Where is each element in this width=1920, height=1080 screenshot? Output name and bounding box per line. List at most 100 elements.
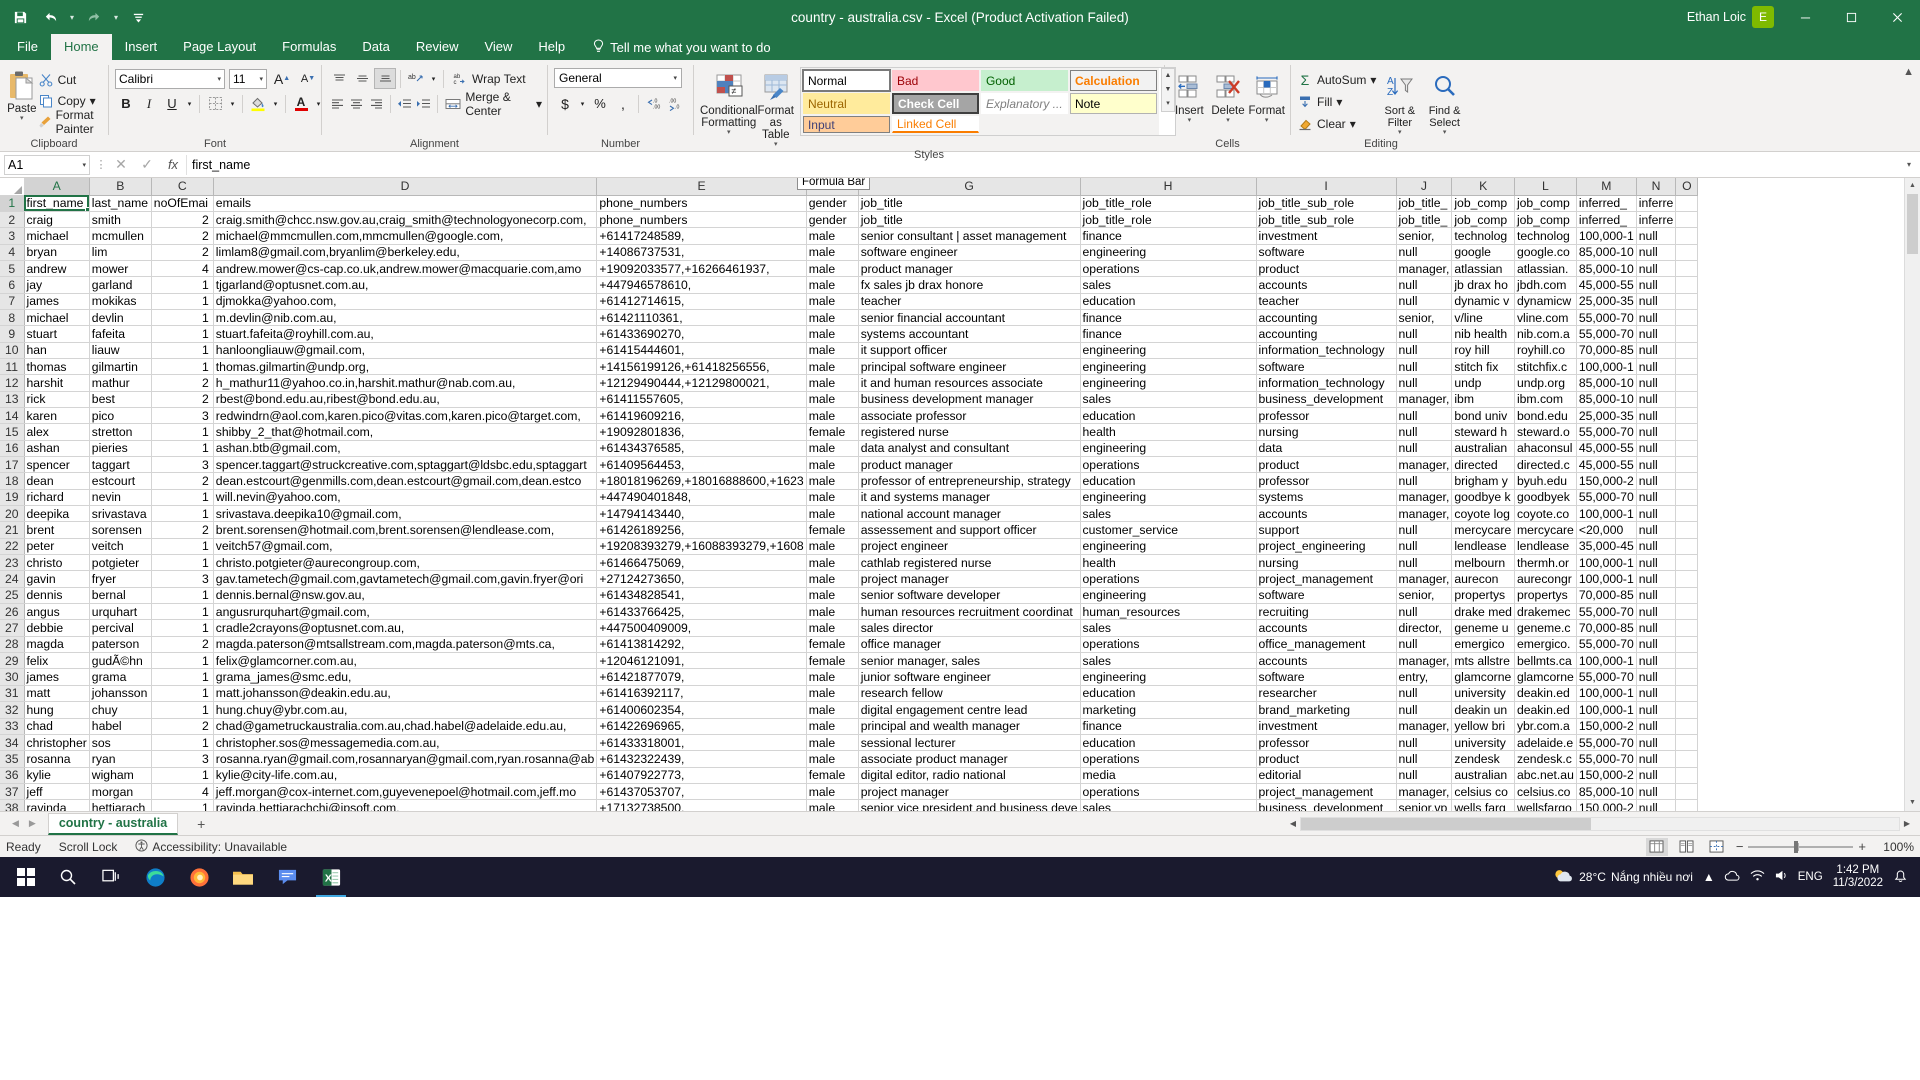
- cell-N17[interactable]: null: [1636, 456, 1677, 474]
- save-icon[interactable]: [6, 4, 34, 30]
- cell-F18[interactable]: male: [806, 472, 859, 490]
- cell-J29[interactable]: manager,: [1396, 652, 1453, 670]
- insert-dropdown-icon[interactable]: ▾: [1188, 117, 1192, 124]
- cell-O21[interactable]: [1675, 521, 1699, 539]
- cell-E35[interactable]: +61432322439,: [596, 750, 807, 768]
- cf-dropdown-icon[interactable]: ▾: [727, 129, 731, 136]
- cell-E9[interactable]: +61433690270,: [596, 325, 807, 343]
- tab-review[interactable]: Review: [403, 34, 472, 60]
- cell-I25[interactable]: software: [1256, 587, 1397, 605]
- cell-M31[interactable]: 100,000-1: [1576, 685, 1637, 703]
- cell-J31[interactable]: null: [1396, 685, 1453, 703]
- cell-M29[interactable]: 100,000-1: [1576, 652, 1637, 670]
- expand-formula-bar-icon[interactable]: ▾: [1902, 160, 1916, 169]
- scroll-down-icon[interactable]: ▼: [1905, 795, 1920, 811]
- cell-N11[interactable]: null: [1636, 358, 1677, 376]
- normal-view-button[interactable]: [1645, 837, 1668, 856]
- cut-button[interactable]: Cut: [38, 69, 103, 90]
- cell-J30[interactable]: entry,: [1396, 668, 1453, 686]
- cell-L29[interactable]: bellmts.ca: [1514, 652, 1577, 670]
- cell-J4[interactable]: null: [1396, 244, 1453, 261]
- cell-L9[interactable]: nib.com.a: [1514, 325, 1577, 343]
- cell-E32[interactable]: +61400602354,: [596, 701, 807, 719]
- cell-H14[interactable]: education: [1080, 407, 1257, 425]
- cell-F10[interactable]: male: [806, 342, 859, 359]
- cell-D26[interactable]: angusrurquhart@gmail.com,: [213, 603, 598, 621]
- cell-D13[interactable]: rbest@bond.edu.au,ribest@bond.edu.au,: [213, 391, 598, 408]
- cell-J35[interactable]: null: [1396, 750, 1453, 768]
- cell-H20[interactable]: sales: [1080, 505, 1257, 523]
- restore-button[interactable]: [1828, 0, 1874, 34]
- cell-I23[interactable]: nursing: [1256, 554, 1397, 572]
- cell-L36[interactable]: abc.net.au: [1514, 767, 1577, 784]
- cell-J15[interactable]: null: [1396, 423, 1453, 441]
- cell-H37[interactable]: operations: [1080, 783, 1257, 801]
- cell-B14[interactable]: pico: [89, 407, 152, 425]
- cell-B15[interactable]: stretton: [89, 423, 152, 441]
- cell-L33[interactable]: ybr.com.a: [1514, 718, 1577, 735]
- cell-G17[interactable]: product manager: [858, 456, 1081, 474]
- cell-J12[interactable]: null: [1396, 374, 1453, 392]
- language-indicator[interactable]: ENG: [1798, 871, 1823, 883]
- cell-A28[interactable]: magda: [24, 636, 90, 654]
- cell-K8[interactable]: v/line: [1451, 309, 1515, 327]
- cell-M2[interactable]: inferred_: [1576, 211, 1637, 229]
- cell-G8[interactable]: senior financial accountant: [858, 309, 1081, 327]
- cell-O23[interactable]: [1675, 554, 1699, 572]
- cell-M20[interactable]: 100,000-1: [1576, 505, 1637, 523]
- cell-E8[interactable]: +61421110361,: [596, 309, 807, 327]
- cell-N14[interactable]: null: [1636, 407, 1677, 425]
- cell-A1[interactable]: first_name: [24, 195, 90, 212]
- cell-H8[interactable]: finance: [1080, 309, 1257, 327]
- cell-L17[interactable]: directed.c: [1514, 456, 1577, 474]
- cell-C26[interactable]: 1: [151, 603, 214, 621]
- cell-F7[interactable]: male: [806, 293, 859, 310]
- cell-J13[interactable]: manager,: [1396, 391, 1453, 408]
- cell-C12[interactable]: 2: [151, 374, 214, 392]
- cell-D12[interactable]: h_mathur11@yahoo.co.in,harshit.mathur@na…: [213, 374, 598, 392]
- format-dropdown-icon[interactable]: ▾: [1265, 117, 1269, 124]
- cell-F15[interactable]: female: [806, 423, 859, 441]
- cell-O13[interactable]: [1675, 391, 1699, 408]
- row-header-36[interactable]: 36: [0, 767, 25, 784]
- cell-C21[interactable]: 2: [151, 521, 214, 539]
- cell-K27[interactable]: geneme u: [1451, 619, 1515, 637]
- column-header-B[interactable]: B: [89, 178, 152, 196]
- task-view-icon[interactable]: [90, 857, 132, 897]
- cell-E20[interactable]: +14794143440,: [596, 505, 807, 523]
- format-cells-button[interactable]: Format ▾: [1248, 67, 1285, 124]
- cell-L8[interactable]: vline.com: [1514, 309, 1577, 327]
- increase-indent-button[interactable]: [414, 93, 433, 114]
- cell-O32[interactable]: [1675, 701, 1699, 719]
- cell-J25[interactable]: senior,: [1396, 587, 1453, 605]
- cell-N37[interactable]: null: [1636, 783, 1677, 801]
- row-header-22[interactable]: 22: [0, 538, 25, 556]
- cell-A18[interactable]: dean: [24, 472, 90, 490]
- cell-C15[interactable]: 1: [151, 423, 214, 441]
- cell-H15[interactable]: health: [1080, 423, 1257, 441]
- cell-B28[interactable]: paterson: [89, 636, 152, 654]
- cell-B13[interactable]: best: [89, 391, 152, 408]
- cell-F36[interactable]: female: [806, 767, 859, 784]
- cell-E15[interactable]: +19092801836,: [596, 423, 807, 441]
- cell-H31[interactable]: education: [1080, 685, 1257, 703]
- cell-L11[interactable]: stitchfix.c: [1514, 358, 1577, 376]
- cell-I21[interactable]: support: [1256, 521, 1397, 539]
- currency-button[interactable]: $: [554, 93, 576, 114]
- row-header-3[interactable]: 3: [0, 227, 25, 245]
- wrap-text-button[interactable]: ab c Wrap Text: [448, 68, 526, 89]
- cell-F27[interactable]: male: [806, 619, 859, 637]
- cell-F23[interactable]: male: [806, 554, 859, 572]
- chat-icon[interactable]: [266, 857, 308, 897]
- decrease-decimal-button[interactable]: .00.0: [666, 93, 688, 114]
- cell-I16[interactable]: data: [1256, 440, 1397, 458]
- cell-K2[interactable]: job_comp: [1451, 211, 1515, 229]
- cell-O2[interactable]: [1675, 211, 1699, 229]
- cell-F2[interactable]: gender: [806, 211, 859, 229]
- cell-B5[interactable]: mower: [89, 260, 152, 278]
- cell-O1[interactable]: [1675, 195, 1699, 212]
- cell-G18[interactable]: professor of entrepreneurship, strategy: [858, 472, 1081, 490]
- column-header-N[interactable]: N: [1636, 178, 1677, 196]
- cell-C4[interactable]: 2: [151, 244, 214, 261]
- cell-K6[interactable]: jb drax ho: [1451, 276, 1515, 294]
